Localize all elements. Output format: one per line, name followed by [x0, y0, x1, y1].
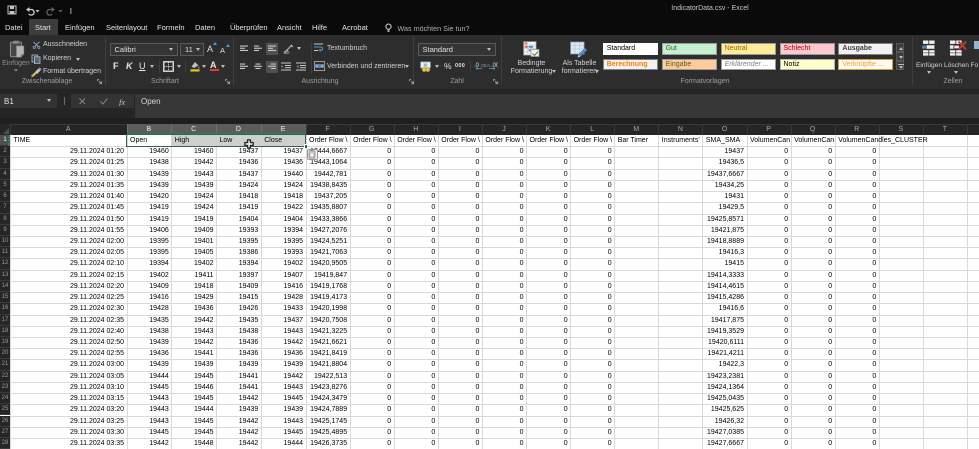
svg-text:.0: .0 [486, 63, 490, 68]
svg-text:fx: fx [119, 97, 125, 106]
svg-text:.00: .00 [480, 63, 486, 68]
svg-text:ab: ab [284, 50, 290, 54]
